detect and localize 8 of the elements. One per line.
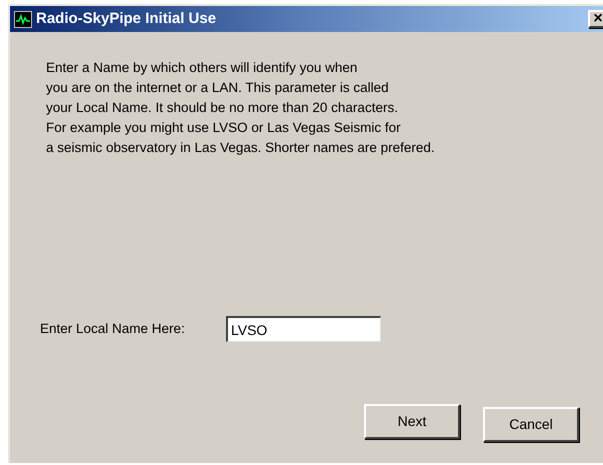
waveform-icon xyxy=(14,10,32,28)
window-title: Radio-SkyPipe Initial Use xyxy=(36,8,216,29)
cancel-button[interactable]: Cancel xyxy=(483,407,579,442)
next-button[interactable]: Next xyxy=(364,404,460,439)
local-name-field[interactable]: LVSO xyxy=(226,316,381,342)
instructions-text: Enter a Name by which others will identify you when you are on the internet or a LAN. This parameter is called your Local Name. It should be no more than 20 characters. For example you might use LVSO or Las Vegas Seismic for a seismic observatory in Las Vegas. Shorter names are prefered. xyxy=(46,59,436,157)
field-label: Enter Local Name Here: xyxy=(40,320,186,338)
close-button[interactable]: × xyxy=(588,10,603,28)
